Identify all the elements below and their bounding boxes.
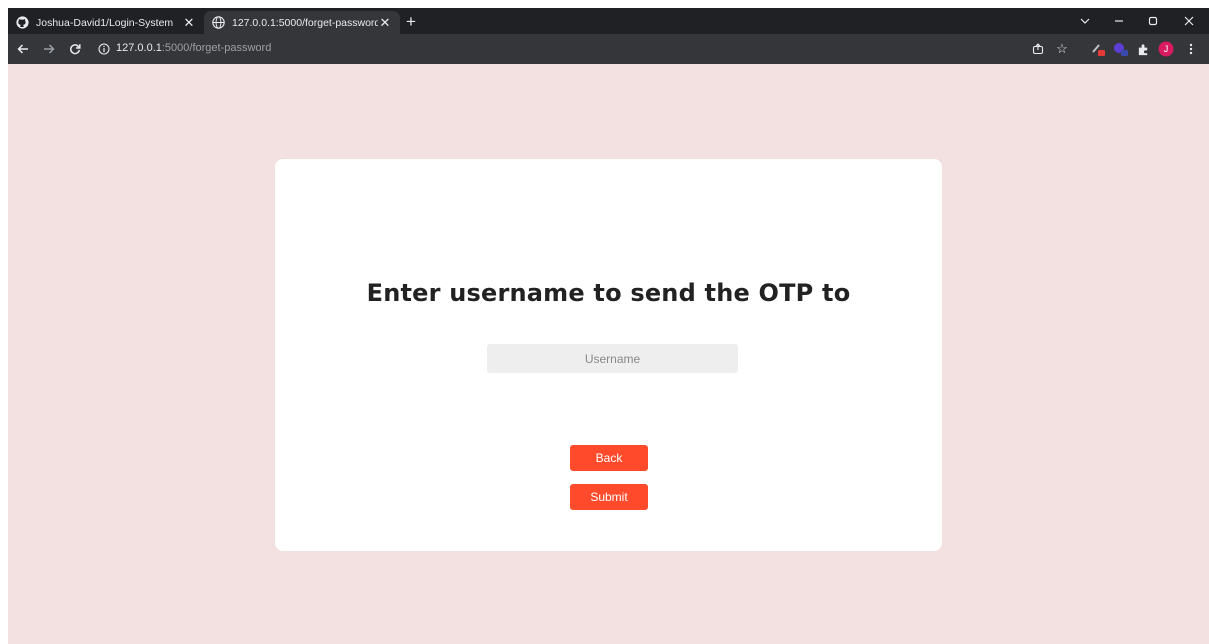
extensions-puzzle-icon[interactable] [1134,40,1152,58]
page-title: Enter username to send the OTP to [366,279,851,307]
maximize-icon[interactable] [1138,10,1168,32]
browser-toolbar: 127.0.0.1:5000/forget-password ☆ J [8,34,1209,64]
profile-avatar[interactable]: J [1157,40,1175,58]
tab-search-chevron-icon[interactable] [1070,10,1100,32]
new-tab-icon[interactable]: + [400,12,422,32]
back-button[interactable]: Back [570,445,648,471]
browser-chrome: Joshua-David1/Login-System ✕ 127.0.0.1:5… [8,8,1209,64]
tab-strip: Joshua-David1/Login-System ✕ 127.0.0.1:5… [8,8,1209,34]
minimize-icon[interactable] [1104,10,1134,32]
tab-title: 127.0.0.1:5000/forget-password [232,16,378,29]
tab-github[interactable]: Joshua-David1/Login-System ✕ [8,11,204,34]
username-input[interactable] [487,344,738,373]
extension-pen-icon[interactable] [1089,40,1107,58]
globe-icon [212,16,225,29]
url-host: 127.0.0.1 [116,42,162,54]
tab-title: Joshua-David1/Login-System [36,16,174,29]
forward-arrow-icon[interactable] [39,40,59,58]
close-tab-icon[interactable]: ✕ [378,15,392,30]
reload-icon[interactable] [65,40,85,58]
tab-forget-password[interactable]: 127.0.0.1:5000/forget-password ✕ [204,11,400,34]
close-window-icon[interactable] [1174,10,1204,32]
github-icon [16,16,29,29]
profile-initial: J [1163,44,1169,54]
page-viewport: Enter username to send the OTP to Back S… [8,64,1209,644]
info-icon[interactable] [98,42,112,56]
forget-password-card: Enter username to send the OTP to Back S… [275,159,942,551]
url-text: 127.0.0.1:5000/forget-password [116,42,271,54]
submit-button[interactable]: Submit [570,484,648,510]
close-tab-icon[interactable]: ✕ [182,15,196,30]
menu-kebab-icon[interactable] [1182,40,1200,58]
address-bar[interactable]: 127.0.0.1:5000/forget-password [92,38,1022,60]
extension-badge-icon[interactable] [1112,40,1130,58]
bookmark-star-icon[interactable]: ☆ [1053,40,1071,58]
url-path: :5000/forget-password [161,42,272,54]
back-arrow-icon[interactable] [13,40,33,58]
share-icon[interactable] [1029,40,1047,58]
